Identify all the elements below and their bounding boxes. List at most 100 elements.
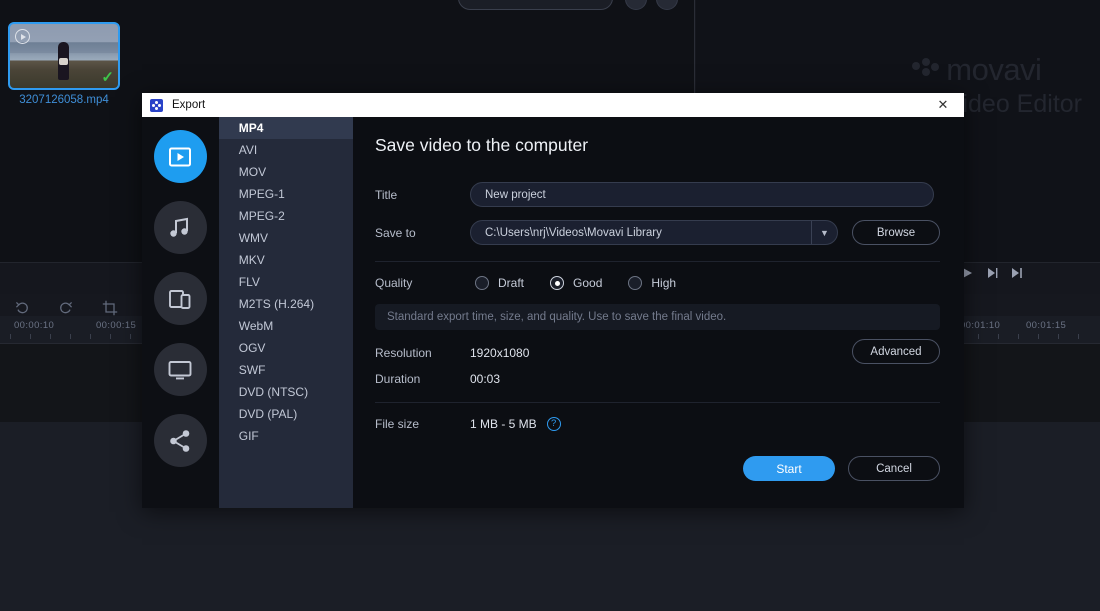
format-label: OGV [238, 341, 266, 355]
radio-icon [628, 276, 643, 290]
browse-button[interactable]: Browse [852, 220, 940, 245]
quality-option-label: Good [573, 276, 603, 290]
export-devices-icon[interactable] [153, 272, 207, 325]
start-label: Start [776, 461, 802, 476]
dialog-body: MP4 AVI MOV MPEG-1 MPEG-2 WMV MKV FLV M2… [142, 117, 964, 508]
cancel-label: Cancel [876, 462, 912, 475]
help-circle-icon[interactable]: ? [546, 417, 561, 431]
media-thumbnail[interactable]: ✓ [8, 22, 120, 90]
filesize-row: File size 1 MB - 5 MB ? [375, 417, 940, 431]
title-input[interactable]: New project [470, 182, 934, 207]
format-item-mkv[interactable]: MKV [219, 249, 353, 271]
format-label: MOV [238, 165, 267, 179]
saveto-label: Save to [375, 225, 416, 240]
quality-option-high[interactable]: High [628, 276, 676, 290]
format-label: MPEG-1 [238, 187, 285, 201]
crop-icon[interactable] [102, 300, 118, 316]
export-settings-pane: Save video to the computer Title New pro… [353, 117, 964, 508]
format-item-ogv[interactable]: OGV [219, 337, 353, 359]
radio-icon-selected [550, 276, 565, 290]
format-item-mov[interactable]: MOV [219, 161, 353, 183]
saveto-row: Save to C:\Users\nrj\Videos\Movavi Libra… [375, 220, 940, 245]
ruler-ticks [958, 334, 1098, 342]
title-label: Title [375, 187, 398, 202]
ruler-ticks [10, 334, 150, 342]
cancel-button[interactable]: Cancel [848, 456, 940, 481]
format-label: MKV [238, 253, 265, 267]
export-video-icon[interactable] [153, 130, 207, 183]
movavi-logo-icon [150, 98, 163, 112]
format-item-gif[interactable]: GIF [219, 425, 353, 447]
format-item-wmv[interactable]: WMV [219, 227, 353, 249]
duration-value: 00:03 [470, 372, 501, 386]
title-row: Title New project [375, 182, 940, 207]
format-label: M2TS (H.264) [238, 297, 315, 311]
watermark-product: Video Editor [946, 90, 1082, 118]
format-label: DVD (PAL) [238, 407, 298, 421]
format-item-webm[interactable]: WebM [219, 315, 353, 337]
media-filename: 3207126058.mp4 [19, 94, 109, 106]
dialog-titlebar[interactable]: Export ✕ [142, 93, 964, 117]
quality-option-label: Draft [498, 276, 525, 290]
saveto-input[interactable]: C:\Users\nrj\Videos\Movavi Library ▼ [470, 220, 838, 245]
rotate-icon[interactable] [58, 300, 74, 316]
quality-hint: Standard export time, size, and quality.… [375, 304, 940, 330]
format-label: WebM [238, 319, 274, 333]
format-item-dvd-pal[interactable]: DVD (PAL) [219, 403, 353, 425]
quality-row: Quality Draft Good High [375, 276, 940, 290]
advanced-label: Advanced [870, 345, 922, 358]
dialog-actions: Start Cancel [743, 456, 940, 481]
format-list[interactable]: MP4 AVI MOV MPEG-1 MPEG-2 WMV MKV FLV M2… [218, 117, 353, 508]
format-item-dvd-ntsc[interactable]: DVD (NTSC) [219, 381, 353, 403]
play-circle-icon[interactable] [15, 29, 30, 44]
format-item-mpeg2[interactable]: MPEG-2 [219, 205, 353, 227]
format-item-swf[interactable]: SWF [219, 359, 353, 381]
undo-icon[interactable] [14, 300, 30, 316]
export-destination-sidebar [142, 117, 219, 508]
close-icon[interactable]: ✕ [922, 93, 964, 117]
media-item[interactable]: ✓ [8, 22, 120, 90]
quality-option-draft[interactable]: Draft [475, 276, 524, 290]
pane-title: Save video to the computer [375, 135, 589, 155]
format-label: AVI [238, 143, 258, 157]
format-item-flv[interactable]: FLV [219, 271, 353, 293]
start-button[interactable]: Start [743, 456, 835, 481]
quality-option-label: High [651, 276, 677, 290]
duration-label: Duration [375, 372, 421, 386]
dialog-title: Export [172, 99, 206, 111]
timecode-label: 00:01:10 [960, 320, 1001, 331]
browse-label: Browse [876, 226, 916, 239]
saveto-value: C:\Users\nrj\Videos\Movavi Library [485, 226, 662, 239]
divider [375, 261, 940, 262]
format-label: GIF [238, 429, 259, 443]
timecode-label: 00:00:10 [14, 320, 55, 331]
export-share-icon[interactable] [153, 414, 207, 467]
format-item-mp4[interactable]: MP4 [218, 117, 353, 139]
timecode-label: 00:00:15 [96, 320, 137, 331]
radio-icon [475, 276, 489, 290]
quality-label: Quality [375, 276, 413, 290]
search-input[interactable] [458, 0, 613, 10]
chevron-down-icon[interactable]: ▼ [811, 221, 837, 244]
timecode-label: 00:01:15 [1026, 320, 1067, 331]
export-dialog: Export ✕ MP4 AVI MOV MPEG-1 MPEG-2 WMV M… [142, 93, 964, 508]
title-value: New project [485, 188, 546, 201]
export-audio-icon[interactable] [153, 201, 207, 254]
check-icon: ✓ [101, 69, 114, 86]
filesize-label: File size [375, 417, 420, 431]
resolution-label: Resolution [375, 346, 432, 360]
duration-row: Duration 00:03 [375, 372, 940, 386]
skip-end-icon[interactable] [1011, 267, 1022, 279]
format-item-mpeg1[interactable]: MPEG-1 [219, 183, 353, 205]
format-label: MPEG-2 [238, 209, 285, 223]
format-item-avi[interactable]: AVI [219, 139, 353, 161]
watermark-brand: movavi [946, 52, 1042, 87]
export-tv-icon[interactable] [153, 343, 207, 396]
next-frame-icon[interactable] [986, 267, 998, 279]
format-item-m2ts[interactable]: M2TS (H.264) [219, 293, 353, 315]
format-label: FLV [238, 275, 260, 289]
advanced-button[interactable]: Advanced [852, 339, 940, 364]
movavi-video-editor-window: ✓ 3207126058.mp4 movavi Video Editor 00:… [0, 0, 1100, 611]
format-label: MP4 [238, 121, 264, 135]
quality-option-good[interactable]: Good [550, 276, 602, 290]
